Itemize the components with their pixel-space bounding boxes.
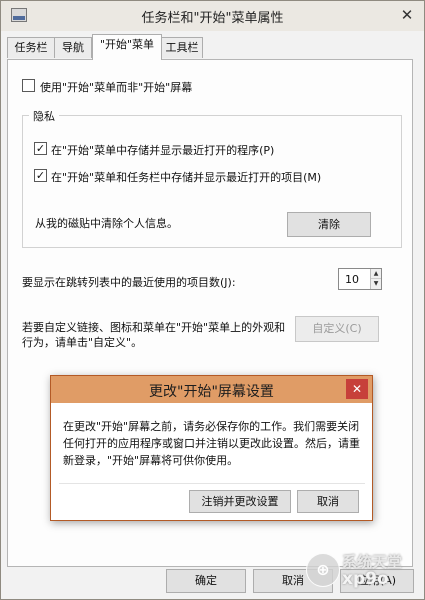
stepper-down-icon[interactable]: ▼ xyxy=(371,279,381,289)
recent-items-stepper[interactable]: 10 ▲ ▼ xyxy=(338,268,382,290)
recent-items-value[interactable]: 10 xyxy=(345,273,359,286)
dialog-titlebar[interactable]: 更改"开始"屏幕设置 ✕ xyxy=(51,376,372,403)
recent-items-label: 要显示在跳转列表中的最近使用的项目数(J): xyxy=(22,276,236,289)
clear-button[interactable]: 清除 xyxy=(287,212,371,237)
dialog-message-line2: 任何打开的应用程序或窗口并注销以更改此设置。然后，请重 xyxy=(63,437,360,450)
customize-text-line1: 若要自定义链接、图标和菜单在"开始"菜单上的外观和 xyxy=(22,321,286,334)
dialog-divider xyxy=(59,483,365,484)
privacy-group: 隐私 ✓ 在"开始"菜单中存储并显示最近打开的程序(P) ✓ 在"开始"菜单和任… xyxy=(22,108,402,248)
watermark-line2: xp9o xyxy=(342,569,389,589)
store-programs-checkbox[interactable]: ✓ xyxy=(34,142,47,155)
window-titlebar[interactable]: 任务栏和"开始"菜单属性 ✕ xyxy=(1,1,424,31)
stepper-up-icon[interactable]: ▲ xyxy=(371,269,381,279)
dialog-message-line1: 在更改"开始"屏幕之前，请务必保存你的工作。我们需要关闭 xyxy=(63,420,360,433)
tab-toolbars[interactable]: 工具栏 xyxy=(161,37,203,58)
stepper-buttons: ▲ ▼ xyxy=(370,269,381,289)
tab-start-menu[interactable]: "开始"菜单 xyxy=(92,34,162,60)
dialog-title: 更改"开始"屏幕设置 xyxy=(149,384,274,400)
use-start-menu-label: 使用"开始"菜单而非"开始"屏幕 xyxy=(40,81,193,94)
tab-taskbar[interactable]: 任务栏 xyxy=(7,37,55,58)
store-items-checkbox[interactable]: ✓ xyxy=(34,169,47,182)
customize-button[interactable]: 自定义(C) xyxy=(295,316,379,342)
dialog-cancel-button[interactable]: 取消 xyxy=(297,490,359,513)
store-programs-label: 在"开始"菜单中存储并显示最近打开的程序(P) xyxy=(51,144,275,157)
site-watermark: ⊕ 系统天堂 xp9o xyxy=(306,551,418,593)
close-icon[interactable]: ✕ xyxy=(396,5,418,25)
tab-navigation[interactable]: 导航 xyxy=(54,37,92,58)
store-items-label: 在"开始"菜单和任务栏中存储并显示最近打开的项目(M) xyxy=(51,171,322,184)
dialog-message-line3: 新登录，"开始"屏幕将可供你使用。 xyxy=(63,454,239,467)
sign-out-and-change-button[interactable]: 注销并更改设置 xyxy=(189,490,291,513)
dialog-body: 在更改"开始"屏幕之前，请务必保存你的工作。我们需要关闭 任何打开的应用程序或窗… xyxy=(59,403,365,518)
window-title: 任务栏和"开始"菜单属性 xyxy=(141,11,284,26)
customize-text-line2: 行为，请单击"自定义"。 xyxy=(22,336,143,349)
dialog-close-icon[interactable]: ✕ xyxy=(346,379,368,399)
use-start-menu-checkbox[interactable] xyxy=(22,79,35,92)
dialog-message: 在更改"开始"屏幕之前，请务必保存你的工作。我们需要关闭 任何打开的应用程序或窗… xyxy=(63,418,363,469)
taskbar-properties-window: 任务栏和"开始"菜单属性 ✕ 任务栏 导航 "开始"菜单 工具栏 使用"开始"菜… xyxy=(0,0,425,600)
change-start-screen-dialog: 更改"开始"屏幕设置 ✕ 在更改"开始"屏幕之前，请务必保存你的工作。我们需要关… xyxy=(50,375,373,521)
privacy-group-title: 隐私 xyxy=(29,108,59,124)
ok-button[interactable]: 确定 xyxy=(166,569,246,593)
watermark-logo-icon: ⊕ xyxy=(306,553,340,587)
clear-tiles-text: 从我的磁贴中清除个人信息。 xyxy=(35,217,178,230)
